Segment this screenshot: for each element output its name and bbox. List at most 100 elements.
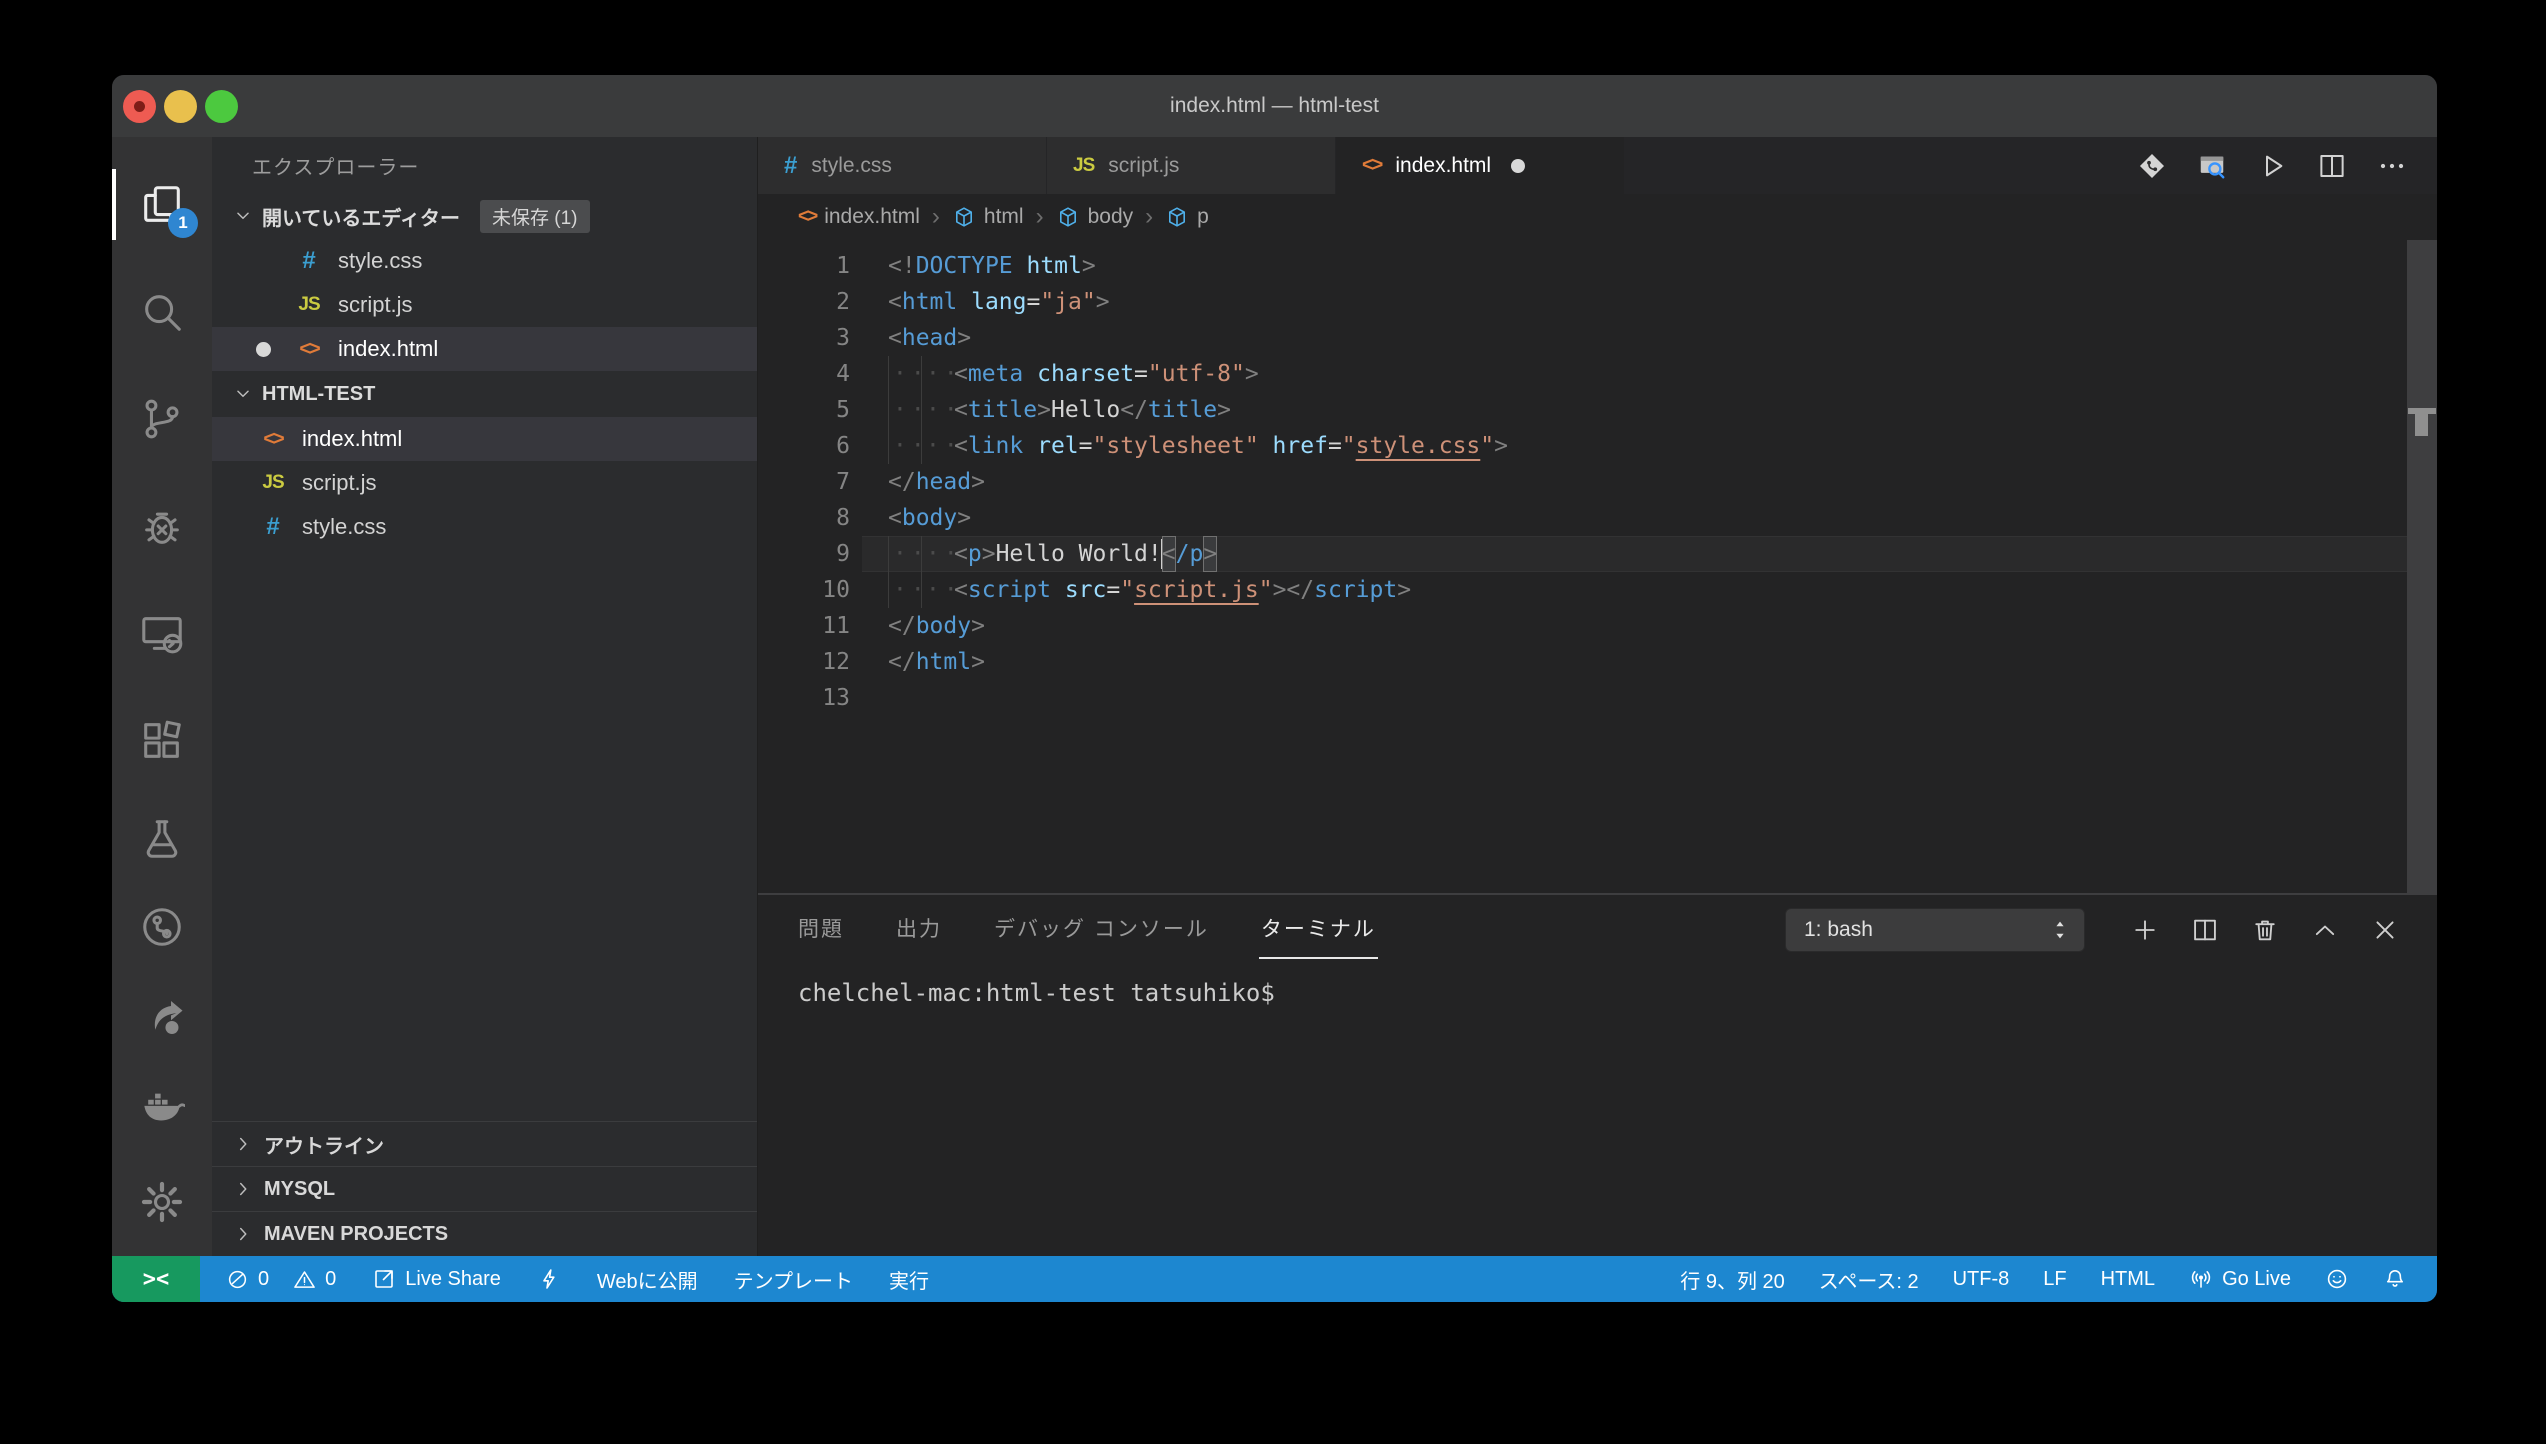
section-MYSQL[interactable]: MYSQL [212, 1166, 757, 1211]
indent-whitespace: ···· [888, 572, 954, 608]
code-token: Hello World! [996, 536, 1162, 572]
tab-bar: #style.cssJSscript.js<>index.html [758, 137, 2437, 194]
code-line-4[interactable]: 4····<meta charset="utf-8"> [758, 356, 2437, 392]
line-number: 7 [758, 464, 850, 500]
maximize-panel-button[interactable] [2311, 916, 2339, 944]
status-indentation[interactable]: スペース: 2 [1819, 1265, 1919, 1294]
debug-icon [139, 504, 185, 550]
status-flash[interactable] [537, 1267, 561, 1291]
docker-icon [139, 1081, 185, 1127]
code-line-9[interactable]: 9····<p>Hello World!</p> [758, 536, 2437, 572]
tree-item-style.css[interactable]: #style.css [212, 505, 757, 549]
code-line-13[interactable]: 13 [758, 680, 2437, 716]
status-live-share[interactable]: Live Share [372, 1267, 501, 1291]
activity-item-live-share[interactable] [112, 972, 212, 1060]
code-token: p [968, 536, 982, 572]
activity-item-search[interactable] [112, 258, 212, 365]
code-token: </ [1120, 392, 1148, 428]
explorer-badge: 1 [168, 208, 198, 238]
section-アウトライン[interactable]: アウトライン [212, 1121, 757, 1166]
code-line-11[interactable]: 11</body> [758, 608, 2437, 644]
code-line-1[interactable]: 1<!DOCTYPE html> [758, 248, 2437, 284]
code-line-5[interactable]: 5····<title>Hello</title> [758, 392, 2437, 428]
problems-indicator[interactable]: 00 [226, 1268, 336, 1291]
indent-whitespace: ···· [888, 356, 954, 392]
code-token: = [1027, 284, 1041, 320]
status-encoding[interactable]: UTF-8 [1953, 1268, 2010, 1291]
status-go-live[interactable]: Go Live [2189, 1267, 2291, 1291]
activity-item-docker[interactable] [112, 1060, 212, 1148]
panel-tab-問題[interactable]: 問題 [798, 913, 844, 947]
activity-item-debug[interactable] [112, 473, 212, 580]
breadcrumb-separator: › [932, 203, 940, 231]
activity-item-remote-explorer[interactable] [112, 580, 212, 687]
status-feedback[interactable] [2325, 1267, 2349, 1291]
zoom-window-button[interactable] [205, 90, 238, 123]
code-token [1051, 572, 1065, 608]
status-run-task[interactable]: 実行 [889, 1265, 929, 1294]
panel-actions: 1: bash [1785, 908, 2437, 952]
open-editor-script.js[interactable]: JSscript.js [212, 283, 757, 327]
panel-tab-ターミナル[interactable]: ターミナル [1261, 913, 1376, 947]
code-token [1023, 356, 1037, 392]
activity-item-extensions[interactable] [112, 687, 212, 794]
tab-index.html[interactable]: <>index.html [1336, 137, 1625, 194]
status-eol[interactable]: LF [2043, 1268, 2066, 1291]
open-editor-style.css[interactable]: #style.css [212, 239, 757, 283]
close-panel-button[interactable] [2371, 916, 2399, 944]
code-token: > [971, 464, 985, 500]
line-number: 1 [758, 248, 850, 284]
breadcrumb-item-p[interactable]: p [1165, 205, 1209, 229]
code-line-12[interactable]: 12</html> [758, 644, 2437, 680]
section-MAVEN PROJECTS[interactable]: MAVEN PROJECTS [212, 1211, 757, 1256]
code-token [1023, 428, 1037, 464]
status-notifications[interactable] [2383, 1267, 2407, 1291]
project-section-header[interactable]: HTML-TEST [212, 371, 757, 417]
code-token: > [971, 644, 985, 680]
breadcrumb-item-body[interactable]: body [1056, 205, 1134, 229]
activity-item-test[interactable] [112, 795, 212, 883]
code-line-2[interactable]: 2<html lang="ja"> [758, 284, 2437, 320]
new-terminal-button[interactable] [2131, 916, 2159, 944]
breadcrumb-item-index.html[interactable]: <>index.html [798, 205, 920, 229]
tree-item-script.js[interactable]: JSscript.js [212, 461, 757, 505]
kill-terminal-button[interactable] [2251, 916, 2279, 944]
code-editor[interactable]: 1<!DOCTYPE html>2<html lang="ja">3<head>… [758, 240, 2437, 893]
more-actions-button[interactable] [2377, 151, 2407, 181]
code-line-8[interactable]: 8<body> [758, 500, 2437, 536]
open-changes-button[interactable] [2137, 151, 2167, 181]
tab-script.js[interactable]: JSscript.js [1047, 137, 1336, 194]
activity-item-gitlens[interactable] [112, 883, 212, 971]
code-line-6[interactable]: 6····<link rel="stylesheet" href="style.… [758, 428, 2437, 464]
panel-tab-出力[interactable]: 出力 [896, 913, 942, 947]
code-line-7[interactable]: 7</head> [758, 464, 2437, 500]
remote-indicator[interactable]: >< [112, 1256, 200, 1302]
panel-tab-デバッグ コンソール[interactable]: デバッグ コンソール [994, 913, 1209, 947]
editor-scrollbar[interactable] [2407, 240, 2437, 893]
code-token: html [916, 644, 971, 680]
open-preview-button[interactable] [2197, 151, 2227, 181]
code-line-10[interactable]: 10····<script src="script.js"></script> [758, 572, 2437, 608]
close-window-button[interactable] [123, 90, 156, 123]
status-cursor-position[interactable]: 行 9、列 20 [1680, 1265, 1784, 1294]
tree-item-index.html[interactable]: <>index.html [212, 417, 757, 461]
open-editors-header[interactable]: 開いているエディター 未保存 (1) [212, 193, 757, 239]
minimize-window-button[interactable] [164, 90, 197, 123]
terminal-output[interactable]: chelchel-mac:html-test tatsuhiko$ [758, 965, 2437, 1256]
activity-item-settings[interactable] [112, 1149, 212, 1256]
tab-style.css[interactable]: #style.css [758, 137, 1047, 194]
code-line-3[interactable]: 3<head> [758, 320, 2437, 356]
activity-item-source-control[interactable] [112, 366, 212, 473]
shell-select[interactable]: 1: bash [1785, 908, 2085, 952]
error-count: 0 [258, 1268, 269, 1291]
split-terminal-button[interactable] [2191, 916, 2219, 944]
status-language-mode[interactable]: HTML [2101, 1268, 2155, 1291]
status-template[interactable]: テンプレート [734, 1265, 853, 1294]
activity-item-explorer[interactable]: 1 [112, 151, 212, 258]
breadcrumb-item-html[interactable]: html [952, 205, 1024, 229]
open-editor-index.html[interactable]: <>index.html [212, 327, 757, 371]
split-editor-button[interactable] [2317, 151, 2347, 181]
code-token: <! [888, 248, 916, 284]
run-button[interactable] [2257, 151, 2287, 181]
status-publish-web[interactable]: Webに公開 [597, 1265, 698, 1294]
